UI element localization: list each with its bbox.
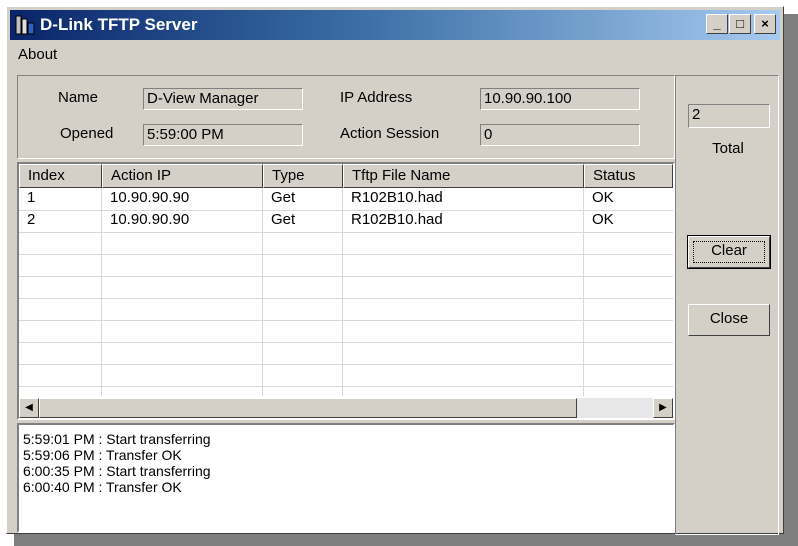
empty-row: [19, 276, 673, 299]
log-line: 6:00:35 PM : Start transferring: [23, 463, 211, 479]
column-header-index[interactable]: Index: [19, 164, 102, 188]
cell-type: Get: [271, 189, 296, 206]
opened-label: Opened: [60, 125, 114, 142]
cell-action-ip: 10.90.90.90: [110, 211, 190, 228]
table-row[interactable]: 1 10.90.90.90 Get R102B10.had OK: [19, 188, 673, 211]
maximize-button[interactable]: □: [729, 14, 751, 34]
transfer-table: Index Action IP Type Tftp File Name Stat…: [17, 162, 675, 420]
total-count-field: 2: [688, 104, 770, 128]
app-window: D-Link TFTP Server _ □ × About Name D-Vi…: [6, 6, 784, 535]
log-line: 6:00:40 PM : Transfer OK: [23, 479, 182, 495]
column-header-file-name[interactable]: Tftp File Name: [343, 164, 584, 188]
ip-address-field: 10.90.90.100: [480, 88, 640, 110]
dlink-server-icon: [15, 15, 35, 35]
name-field: D-View Manager: [143, 88, 303, 110]
cell-file-name: R102B10.had: [351, 211, 443, 228]
opened-field: 5:59:00 PM: [143, 124, 303, 146]
empty-row: [19, 364, 673, 387]
empty-row: [19, 342, 673, 365]
cell-type: Get: [271, 211, 296, 228]
table-header: Index Action IP Type Tftp File Name Stat…: [19, 164, 673, 188]
horizontal-scrollbar[interactable]: ◀ ▶: [19, 398, 673, 418]
name-label: Name: [58, 89, 99, 106]
table-row[interactable]: 2 10.90.90.90 Get R102B10.had OK: [19, 210, 673, 233]
minimize-button[interactable]: _: [706, 14, 728, 34]
cell-action-ip: 10.90.90.90: [110, 189, 190, 206]
action-session-label: Action Session: [340, 125, 440, 142]
empty-row: [19, 232, 673, 255]
server-info-panel: Name D-View Manager IP Address 10.90.90.…: [17, 75, 675, 159]
cell-file-name: R102B10.had: [351, 189, 443, 206]
log-line: 5:59:01 PM : Start transferring: [23, 431, 211, 447]
close-button-label: Close: [709, 310, 749, 327]
log-line: 5:59:06 PM : Transfer OK: [23, 447, 182, 463]
column-header-action-ip[interactable]: Action IP: [102, 164, 263, 188]
arrow-left-icon[interactable]: ◀: [19, 398, 39, 418]
action-session-field: 0: [480, 124, 640, 146]
focus-rect: [693, 241, 765, 263]
empty-row: [19, 298, 673, 321]
column-header-status[interactable]: Status: [584, 164, 673, 188]
ip-address-label: IP Address: [340, 89, 413, 106]
arrow-right-icon[interactable]: ▶: [653, 398, 673, 418]
side-panel: 2 Total Clear Close: [675, 75, 779, 535]
scrollbar-thumb[interactable]: [39, 398, 577, 418]
cell-status: OK: [592, 211, 614, 228]
column-header-type[interactable]: Type: [263, 164, 343, 188]
empty-row: [19, 254, 673, 277]
close-window-button[interactable]: ×: [754, 14, 776, 34]
menu-about[interactable]: About: [18, 46, 57, 63]
cell-index: 2: [27, 211, 36, 228]
cell-status: OK: [592, 189, 614, 206]
transfer-log[interactable]: 5:59:01 PM : Start transferring 5:59:06 …: [17, 423, 675, 533]
empty-row: [19, 320, 673, 343]
total-label: Total: [712, 140, 744, 157]
close-button[interactable]: Close: [688, 304, 770, 336]
title-bar[interactable]: D-Link TFTP Server _ □ ×: [10, 10, 780, 40]
window-title: D-Link TFTP Server: [40, 15, 198, 34]
clear-button[interactable]: Clear: [687, 235, 771, 269]
cell-index: 1: [27, 189, 36, 206]
